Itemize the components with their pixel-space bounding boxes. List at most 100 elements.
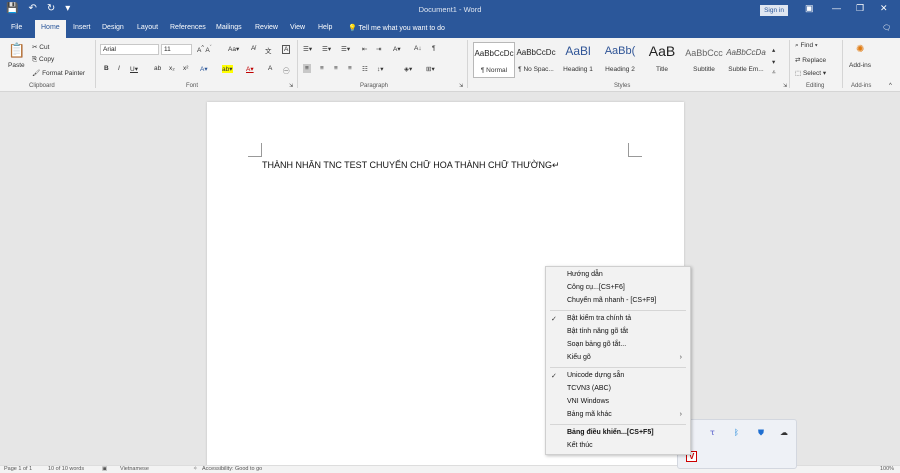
decrease-indent-icon[interactable]: ⇤	[362, 45, 367, 53]
borders-icon[interactable]: ⊞▾	[426, 65, 435, 73]
font-color-icon[interactable]: A▾	[246, 65, 254, 73]
style-subtle-emphasis[interactable]: AaBbCcDa Subtle Em...	[725, 42, 767, 78]
underline-icon[interactable]: U▾	[130, 65, 138, 73]
menu-item-exit[interactable]: Kết thúc	[567, 442, 593, 449]
subscript-icon[interactable]: x₂	[169, 65, 175, 72]
paste-icon[interactable]: 📋	[8, 42, 25, 59]
addins-icon[interactable]: ✺	[856, 44, 864, 55]
tab-mailings[interactable]: Mailings	[216, 24, 242, 31]
styles-scroll-up-icon[interactable]: ▴	[772, 46, 775, 54]
bluetooth-icon[interactable]: ᛒ	[734, 428, 739, 437]
menu-item-macro[interactable]: Bật tính năng gõ tắt	[567, 328, 628, 335]
collapse-ribbon-icon[interactable]: ^	[889, 83, 892, 89]
bold-icon[interactable]: B	[104, 65, 109, 72]
copy-button[interactable]: ⎘ Copy	[32, 56, 54, 64]
asian-layout-icon[interactable]: A▾	[393, 45, 401, 53]
format-painter-button[interactable]: 🖌 Format Painter	[32, 69, 85, 77]
menu-item-tcvn3[interactable]: TCVN3 (ABC)	[567, 385, 611, 392]
menu-item-tools[interactable]: Công cụ...[CS+F6]	[567, 284, 625, 291]
text-effects-icon[interactable]: A▾	[200, 65, 208, 73]
close-icon[interactable]: ✕	[880, 3, 888, 14]
accessibility-icon[interactable]: ✧	[193, 466, 198, 472]
security-icon[interactable]: ⛊	[758, 428, 764, 438]
paragraph-dialog-icon[interactable]: ⇲	[459, 83, 463, 89]
enclose-characters-icon[interactable]: ㊀	[283, 65, 290, 75]
justify-icon[interactable]: ≡	[348, 65, 352, 72]
style-normal[interactable]: AaBbCcDc ¶ Normal	[473, 42, 515, 78]
tab-references[interactable]: References	[170, 24, 206, 31]
show-formatting-icon[interactable]: ¶	[432, 45, 436, 52]
character-border-icon[interactable]: A	[282, 45, 291, 54]
menu-item-control-panel[interactable]: Bảng điều khiển...[CS+F5]	[567, 429, 654, 436]
tab-insert[interactable]: Insert	[73, 24, 91, 31]
proofing-icon[interactable]: ▣	[102, 466, 107, 472]
numbering-icon[interactable]: ☰▾	[322, 45, 331, 53]
line-spacing-icon[interactable]: ↕▾	[377, 65, 384, 73]
maximize-icon[interactable]: ❐	[856, 3, 864, 14]
zoom-level[interactable]: 100%	[880, 466, 894, 472]
tab-review[interactable]: Review	[255, 24, 278, 31]
style-title[interactable]: AaB Title	[641, 42, 683, 78]
styles-more-icon[interactable]: ⩡	[772, 69, 776, 77]
ribbon-display-icon[interactable]: ▣	[805, 3, 814, 14]
change-case-icon[interactable]: Aa▾	[228, 45, 239, 53]
style-heading-2[interactable]: AaBb(Heading 2	[599, 42, 641, 78]
clear-formatting-icon[interactable]: A̸	[251, 45, 255, 52]
styles-dialog-icon[interactable]: ⇲	[783, 83, 787, 89]
cut-button[interactable]: ✂ Cut	[32, 43, 49, 51]
comments-icon[interactable]: 🗨	[882, 24, 891, 32]
distributed-icon[interactable]: ☷	[362, 65, 368, 73]
accessibility-status[interactable]: Accessibility: Good to go	[202, 466, 262, 472]
style-heading-1[interactable]: AaBl Heading 1	[557, 42, 599, 78]
font-size-select[interactable]: 11	[161, 44, 192, 55]
teams-icon[interactable]: ꚍ	[710, 428, 715, 437]
multilevel-list-icon[interactable]: ☰▾	[341, 45, 350, 53]
sign-in-button[interactable]: Sign in	[760, 5, 788, 16]
replace-button[interactable]: ⇄ Replace	[795, 56, 826, 64]
font-name-select[interactable]: Arial	[100, 44, 159, 55]
page-count[interactable]: Page 1 of 1	[4, 466, 32, 472]
align-right-icon[interactable]: ≡	[334, 65, 338, 72]
strikethrough-icon[interactable]: ab	[154, 65, 161, 72]
italic-icon[interactable]: I	[118, 65, 120, 72]
tab-layout[interactable]: Layout	[137, 24, 158, 31]
align-center-icon[interactable]: ≡	[320, 65, 324, 72]
superscript-icon[interactable]: x²	[183, 65, 188, 72]
phonetic-guide-icon[interactable]: 文	[265, 45, 272, 55]
document-text[interactable]: THÀNH NHÂN TNC TEST CHUYỂN CHỮ HOA THÀNH…	[262, 160, 560, 171]
style-subtitle[interactable]: AaBbCcc Subtitle	[683, 42, 725, 78]
increase-indent-icon[interactable]: ⇥	[376, 45, 381, 53]
menu-item-quick-convert[interactable]: Chuyển mã nhanh - [CS+F9]	[567, 297, 656, 304]
align-left-icon[interactable]: ≡	[303, 64, 311, 73]
tell-me-search[interactable]: 💡 Tell me what you want to do	[348, 24, 445, 32]
styles-scroll-down-icon[interactable]: ▾	[772, 58, 775, 66]
tab-view[interactable]: View	[290, 24, 305, 31]
shading-icon[interactable]: ◈▾	[404, 65, 412, 73]
highlight-icon[interactable]: ab▾	[222, 65, 233, 73]
tab-design[interactable]: Design	[102, 24, 124, 31]
character-shading-icon[interactable]: A	[268, 65, 272, 72]
find-button[interactable]: ⌕ Find ▾	[795, 42, 818, 50]
menu-item-other-charset[interactable]: Bảng mã khác	[567, 411, 612, 418]
paste-button[interactable]: Paste	[8, 62, 25, 69]
tab-file[interactable]: File	[11, 24, 22, 31]
language-label[interactable]: Vietnamese	[120, 466, 149, 472]
grow-font-icon[interactable]: A^ Aˇ	[197, 45, 212, 54]
select-button[interactable]: ⬚ Select ▾	[795, 69, 826, 77]
menu-item-spell-check[interactable]: Bật kiểm tra chính tả	[567, 315, 631, 322]
word-count[interactable]: 10 of 10 words	[48, 466, 84, 472]
bullets-icon[interactable]: ☰▾	[303, 45, 312, 53]
menu-item-input-method[interactable]: Kiểu gõ	[567, 354, 591, 361]
addins-button[interactable]: Add-ins	[849, 62, 871, 69]
menu-item-vni[interactable]: VNI Windows	[567, 398, 609, 405]
tab-home[interactable]: Home	[35, 20, 66, 38]
minimize-icon[interactable]: —	[832, 3, 841, 13]
style-no-spacing[interactable]: AaBbCcDc ¶ No Spac...	[515, 42, 557, 78]
menu-item-unicode[interactable]: Unicode dựng sẵn	[567, 372, 624, 379]
menu-item-guide[interactable]: Hướng dẫn	[567, 271, 603, 278]
font-dialog-icon[interactable]: ⇲	[289, 83, 293, 89]
sort-icon[interactable]: A↓	[414, 45, 422, 52]
menu-item-edit-macro[interactable]: Soạn bảng gõ tắt...	[567, 341, 626, 348]
tab-help[interactable]: Help	[318, 24, 332, 31]
onedrive-icon[interactable]: ☁	[780, 428, 788, 437]
